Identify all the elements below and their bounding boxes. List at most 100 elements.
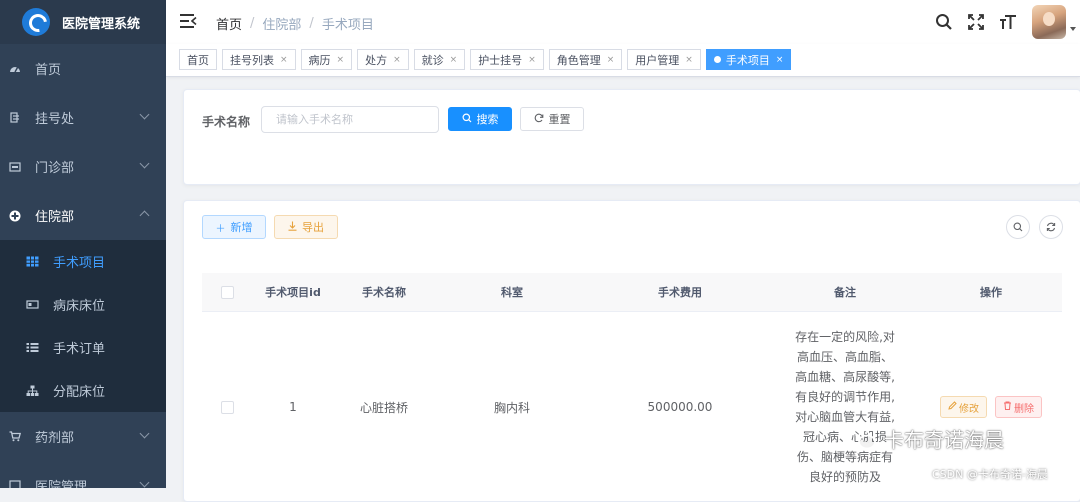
- export-button[interactable]: 导出: [274, 215, 338, 239]
- tag-consultation[interactable]: 就诊 ×: [413, 49, 466, 70]
- list-icon: [26, 342, 39, 354]
- edit-button[interactable]: 修改: [940, 396, 987, 418]
- tag-label: 就诊: [421, 53, 444, 67]
- close-icon[interactable]: ×: [776, 55, 784, 65]
- table-icon: [26, 256, 39, 268]
- sidebar-item-label: 挂号处: [35, 112, 75, 127]
- cell-note: 存在一定的风险,对高血压、高血脂、高血糖、高尿酸等,有良好的调节作用,对心脑血管…: [795, 330, 895, 484]
- sidebar-item-surgery-items[interactable]: 手术项目: [0, 240, 166, 283]
- surgery-name-input[interactable]: [261, 106, 439, 133]
- close-icon[interactable]: ×: [280, 55, 288, 65]
- tag-prescription[interactable]: 处方 ×: [357, 49, 409, 70]
- tag-registration-list[interactable]: 挂号列表 ×: [222, 49, 296, 70]
- select-all-checkbox[interactable]: [220, 285, 234, 299]
- dashboard-icon: [9, 63, 21, 75]
- sidebar-item-surgery-orders[interactable]: 手术订单: [0, 326, 166, 369]
- register-icon: [9, 112, 21, 124]
- table-header: 手术项目id 手术名称 科室 手术费用 备注 操作: [202, 273, 1062, 311]
- search-panel: 手术名称 搜索 重置: [183, 89, 1080, 185]
- sidebar-item-beds[interactable]: 病床床位: [0, 283, 166, 326]
- cart-icon: [9, 431, 21, 443]
- cell-dept: 胸内科: [493, 400, 530, 415]
- tag-label: 挂号列表: [230, 53, 274, 67]
- hamburger-icon[interactable]: [180, 14, 197, 28]
- font-size-icon[interactable]: [997, 11, 1019, 33]
- cell-id: 1: [289, 400, 297, 414]
- tag-user-management[interactable]: 用户管理 ×: [627, 49, 701, 70]
- watermark: 卡布奇诺海晨: [848, 424, 1004, 453]
- bed-icon: [26, 299, 39, 311]
- tag-nurse-registration[interactable]: 护士挂号 ×: [470, 49, 544, 70]
- sidebar-item-inpatient[interactable]: 住院部: [0, 191, 166, 240]
- column-header: 操作: [980, 286, 1002, 299]
- close-icon[interactable]: ×: [528, 55, 536, 65]
- sidebar-item-label: 门诊部: [35, 161, 75, 176]
- sidebar-item-label: 手术订单: [53, 342, 106, 357]
- sidebar: 医院管理系统 首页 挂号处 门诊部 住院部 手术项目 病床床位 手术订单 分配床…: [0, 0, 166, 488]
- delete-button[interactable]: 删除: [995, 396, 1042, 418]
- tag-label: 首页: [187, 53, 209, 67]
- sidebar-item-label: 分配床位: [53, 385, 106, 400]
- refresh-icon: [1046, 222, 1056, 232]
- brand[interactable]: 医院管理系统: [0, 0, 166, 44]
- fullscreen-icon[interactable]: [965, 11, 987, 33]
- refresh-table-button[interactable]: [1039, 215, 1063, 239]
- avatar[interactable]: [1032, 5, 1066, 39]
- table-panel: ＋ 新增 导出 手术项目id 手术名称 科室 手术费用 备注 操作 1 心脏搭桥…: [183, 200, 1080, 502]
- tag-label: 手术项目: [725, 53, 770, 67]
- add-button[interactable]: ＋ 新增: [202, 215, 266, 239]
- tags-view: 首页 挂号列表 × 病历 × 处方 × 就诊 × 护士挂号 × 角色管理 × 用户管理 × 手…: [166, 44, 1080, 77]
- caret-down-icon[interactable]: [1070, 27, 1076, 31]
- breadcrumb-separator: /: [309, 16, 314, 31]
- surgery-name-label: 手术名称: [202, 115, 251, 129]
- tag-home[interactable]: 首页: [179, 49, 217, 70]
- tree-icon: [26, 385, 39, 397]
- breadcrumb-item-home[interactable]: 首页: [216, 14, 242, 33]
- chevron-down-icon: [139, 109, 150, 120]
- search-icon: [1013, 222, 1023, 232]
- tag-surgery-items[interactable]: 手术项目 ×: [705, 49, 792, 70]
- row-checkbox[interactable]: [220, 400, 234, 414]
- column-header[interactable]: 手术费用: [590, 284, 770, 300]
- column-header[interactable]: 手术项目id: [252, 284, 334, 300]
- search-icon[interactable]: [933, 11, 955, 33]
- delete-icon: [1003, 401, 1012, 413]
- close-icon[interactable]: ×: [607, 55, 615, 65]
- breadcrumb-separator: /: [250, 16, 255, 31]
- column-header[interactable]: 科室: [434, 284, 590, 300]
- sidebar-item-outpatient[interactable]: 门诊部: [0, 142, 166, 191]
- close-icon[interactable]: ×: [685, 55, 693, 65]
- column-header[interactable]: 备注: [770, 284, 920, 300]
- column-header[interactable]: 手术名称: [334, 284, 434, 300]
- sidebar-item-pharmacy[interactable]: 药剂部: [0, 412, 166, 461]
- breadcrumb-item-current: 手术项目: [321, 18, 374, 33]
- logo-icon: [22, 8, 50, 36]
- row-select-cell: [202, 400, 252, 414]
- navbar: 首页 / 住院部 / 手术项目: [166, 0, 1080, 44]
- sidebar-item-label: 医院管理: [35, 480, 88, 488]
- close-icon[interactable]: ×: [393, 55, 401, 65]
- tag-medical-record[interactable]: 病历 ×: [300, 49, 353, 70]
- breadcrumb: 首页 / 住院部 / 手术项目: [216, 14, 374, 33]
- close-icon[interactable]: ×: [337, 55, 345, 65]
- delete-button-label: 删除: [1014, 403, 1034, 415]
- tag-label: 病历: [308, 53, 331, 67]
- sidebar-item-registration[interactable]: 挂号处: [0, 93, 166, 142]
- tag-role-management[interactable]: 角色管理 ×: [548, 49, 623, 70]
- reset-button[interactable]: 重置: [520, 107, 584, 131]
- watermark-text: 卡布奇诺海晨: [884, 428, 1004, 452]
- sidebar-item-label: 首页: [35, 63, 62, 78]
- sidebar-item-label: 病床床位: [53, 299, 106, 314]
- tag-label: 角色管理: [556, 53, 601, 67]
- toggle-search-button[interactable]: [1006, 215, 1030, 239]
- close-icon[interactable]: ×: [450, 55, 458, 65]
- sidebar-item-assign-beds[interactable]: 分配床位: [0, 369, 166, 412]
- sidebar-item-hospital-management[interactable]: 医院管理: [0, 461, 166, 488]
- breadcrumb-item-inpatient: 住院部: [262, 18, 302, 33]
- tag-label: 处方: [365, 53, 388, 67]
- search-button[interactable]: 搜索: [448, 107, 512, 131]
- header-select-cell: [202, 285, 252, 299]
- edit-button-label: 修改: [959, 403, 979, 415]
- sidebar-item-home[interactable]: 首页: [0, 44, 166, 93]
- search-button-label: 搜索: [476, 113, 499, 126]
